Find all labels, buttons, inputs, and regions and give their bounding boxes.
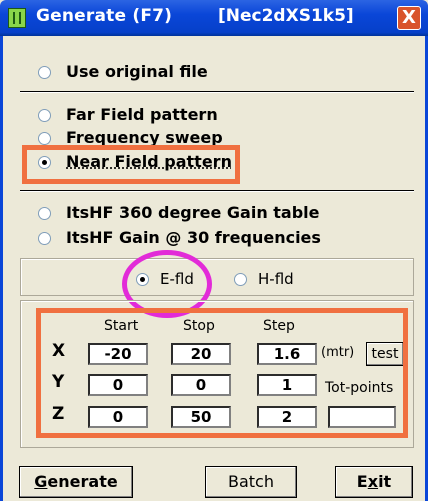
radio-itshf-30[interactable] (38, 232, 51, 245)
option-use-original[interactable]: Use original file (38, 62, 358, 84)
separator (20, 91, 414, 93)
option-h-fld[interactable]: H-fld (234, 270, 314, 290)
option-label: ItsHF Gain @ 30 frequencies (66, 228, 321, 247)
generate-label: enerate (47, 472, 118, 491)
window-title: Generate (F7) (36, 6, 173, 26)
close-button[interactable]: X (397, 6, 421, 30)
option-label: ItsHF 360 degree Gain table (66, 203, 320, 222)
radio-far-field[interactable] (38, 109, 51, 122)
separator (20, 190, 414, 192)
option-label: Frequency sweep (66, 128, 223, 146)
exit-accel: x (367, 472, 379, 491)
option-itshf-30[interactable]: ItsHF Gain @ 30 frequencies (38, 228, 388, 250)
app-icon (8, 8, 26, 28)
field-type-group (20, 258, 414, 296)
radio-frequency-sweep[interactable] (38, 132, 51, 145)
generate-accel: G (34, 472, 48, 491)
batch-button[interactable]: Batch (205, 466, 297, 498)
window-title-file: [Nec2dXS1k5] (218, 6, 354, 26)
generate-button[interactable]: Generate (19, 466, 133, 498)
exit-label-post: it (378, 472, 392, 491)
title-bar: Generate (F7) [Nec2dXS1k5] X (0, 0, 428, 36)
radio-itshf-360[interactable] (38, 207, 51, 220)
radio-h-fld[interactable] (234, 273, 247, 286)
highlight-box-near-field (22, 145, 240, 184)
option-label: Far Field pattern (66, 105, 218, 124)
exit-button[interactable]: Exit (335, 466, 413, 498)
option-frequency-sweep[interactable]: Frequency sweep (38, 128, 358, 146)
exit-label-pre: E (356, 472, 368, 491)
option-label: H-fld (258, 270, 294, 288)
option-far-field[interactable]: Far Field pattern (38, 105, 358, 127)
option-itshf-360[interactable]: ItsHF 360 degree Gain table (38, 203, 388, 225)
highlight-box-coordinates (36, 308, 408, 438)
radio-use-original[interactable] (38, 66, 51, 79)
option-label: Use original file (66, 62, 208, 81)
